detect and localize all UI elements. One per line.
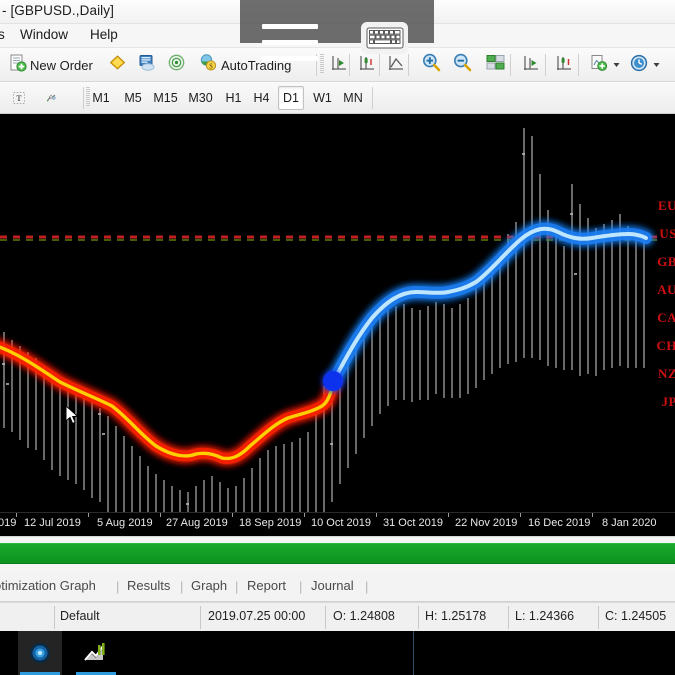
taskbar-item-browser[interactable] [18, 631, 62, 675]
chart-shift-icon [554, 53, 574, 78]
date-label-3: 27 Aug 2019 [166, 517, 228, 529]
chart-canvas [0, 114, 675, 536]
period-clock-button[interactable] [626, 51, 664, 79]
auto-scroll-button[interactable] [518, 51, 544, 79]
timeframe-m5-button[interactable]: M5 [120, 86, 146, 110]
taskbar-item-metatrader[interactable] [74, 631, 118, 675]
keyboard-icon[interactable] [361, 22, 408, 54]
zoom-in-icon [421, 52, 442, 78]
tab-graph[interactable]: Graph [191, 578, 227, 593]
timeframe-m1-button[interactable]: M1 [88, 86, 114, 110]
menu-item-help[interactable]: Help [86, 27, 122, 42]
tab-results[interactable]: Results [127, 578, 170, 593]
new-order-icon [9, 54, 27, 77]
timeframe-toolbar: T M1 M5 M15 M30 H1 H4 D1 W1 MN [0, 82, 675, 114]
chevron-down-icon[interactable] [612, 56, 621, 74]
market-watch-button[interactable] [164, 51, 189, 79]
timeframe-d1-button[interactable]: D1 [278, 86, 304, 110]
date-label-7: 22 Nov 2019 [455, 517, 518, 529]
date-label-0: 019 [0, 517, 17, 529]
trendline-icon [386, 53, 406, 78]
main-toolbar: New Order $ AutoTrading [0, 48, 675, 82]
taskbar [0, 631, 675, 675]
new-template-icon [589, 53, 609, 78]
date-label-4: 18 Sep 2019 [239, 517, 302, 529]
terminal-icon [137, 53, 156, 77]
text-tool-button[interactable]: T [6, 86, 32, 110]
svg-text:T: T [16, 93, 22, 103]
new-order-label: New Order [30, 57, 93, 73]
chart-shift-button[interactable] [551, 51, 577, 79]
tile-windows-button[interactable] [482, 51, 509, 79]
date-axis: 019 12 Jul 2019 5 Aug 2019 27 Aug 2019 1… [0, 512, 675, 536]
window-title: - [GBPUSD.,Daily] [2, 3, 114, 18]
optimization-progress-bar [0, 543, 675, 564]
date-label-9: 8 Jan 2020 [602, 517, 657, 529]
trend-change-signal-dot [323, 371, 343, 391]
tile-windows-icon [485, 52, 506, 78]
status-open: O: 1.24808 [333, 609, 395, 623]
new-order-button[interactable]: New Order [6, 51, 96, 79]
timeframe-h4-button[interactable]: H4 [249, 86, 274, 110]
currency-label-nz: NZ [657, 366, 675, 381]
autotrading-icon: $ [199, 53, 218, 77]
timeframe-h1-button[interactable]: H1 [221, 86, 246, 110]
zoom-out-button[interactable] [449, 51, 476, 79]
application-window: - [GBPUSD.,Daily] s Window Help New Orde… [0, 0, 675, 675]
date-label-1: 12 Jul 2019 [24, 517, 81, 529]
price-chart[interactable]: EU US GB AU CA CH NZ JP 019 12 Jul 2019 … [0, 114, 675, 536]
tab-report[interactable]: Report [247, 578, 286, 593]
menu-item-clipped[interactable]: s [0, 27, 9, 42]
status-bar: Default 2019.07.25 00:00 O: 1.24808 H: 1… [0, 602, 675, 631]
period-clock-icon [629, 53, 649, 78]
status-template: Default [60, 609, 100, 623]
terminal-button[interactable] [134, 51, 159, 79]
timeframe-m30-button[interactable]: M30 [184, 86, 217, 110]
progress-area [0, 536, 675, 572]
mt4-chart-icon [84, 643, 105, 661]
timeframe-w1-button[interactable]: W1 [310, 86, 335, 110]
currency-label-us: US [659, 226, 675, 241]
crosshair-icon [329, 53, 349, 78]
auto-scroll-icon [521, 53, 541, 78]
status-datetime: 2019.07.25 00:00 [208, 609, 306, 623]
menu-item-window[interactable]: Window [16, 27, 72, 42]
currency-label-au: AU [657, 282, 675, 297]
objects-dropdown-button[interactable] [66, 86, 78, 110]
tester-tab-strip: otimization Graph | Results | Graph | Re… [0, 572, 675, 602]
vertical-line-icon [357, 53, 377, 78]
currency-label-eu: EU [657, 198, 675, 213]
zoom-in-button[interactable] [418, 51, 445, 79]
svg-text:$: $ [209, 63, 213, 71]
status-close: C: 1.24505 [605, 609, 667, 623]
new-template-button[interactable] [586, 51, 624, 79]
blue-orb-icon [30, 643, 50, 663]
market-watch-icon [167, 53, 186, 77]
currency-label-jp: JP [661, 394, 675, 409]
zoom-out-icon [452, 52, 473, 78]
date-label-2: 5 Aug 2019 [97, 517, 153, 529]
date-label-5: 10 Oct 2019 [311, 517, 371, 529]
charts-icon [108, 53, 127, 77]
date-label-6: 31 Oct 2019 [383, 517, 443, 529]
tab-optimization-graph[interactable]: otimization Graph [0, 578, 96, 593]
objects-list-button[interactable] [40, 86, 64, 110]
status-high: H: 1.25178 [425, 609, 487, 623]
status-low: L: 1.24366 [515, 609, 575, 623]
trendline-button[interactable] [383, 51, 409, 79]
timeframe-mn-button[interactable]: MN [339, 86, 367, 110]
timeframe-m15-button[interactable]: M15 [150, 86, 181, 110]
chevron-down-icon[interactable] [652, 56, 661, 74]
tab-journal[interactable]: Journal [311, 578, 354, 593]
charts-button[interactable] [105, 51, 130, 79]
currency-label-ch: CH [656, 338, 675, 353]
currency-label-gb: GB [657, 254, 675, 269]
vertical-line-button[interactable] [354, 51, 380, 79]
currency-label-ca: CA [657, 310, 675, 325]
date-label-8: 16 Dec 2019 [528, 517, 591, 529]
